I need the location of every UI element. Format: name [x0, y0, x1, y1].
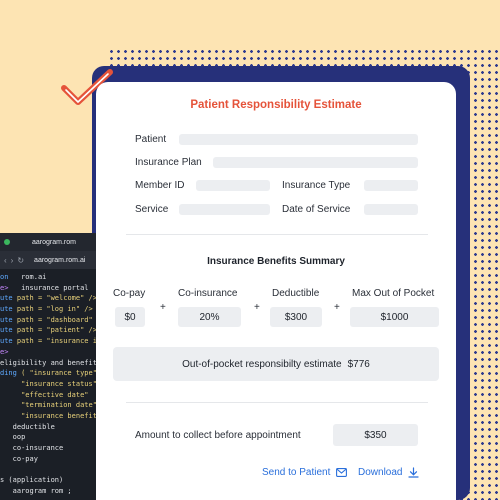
code-text: "insurance status": [0, 379, 97, 388]
code-line: ute path = "log in" />: [0, 304, 97, 315]
code-text: path = "welcome" />: [12, 294, 97, 303]
insurance-type-field[interactable]: [364, 180, 418, 191]
code-keyword: ute: [0, 305, 13, 314]
code-text: path = "dashboard" />: [12, 315, 97, 324]
code-line: "termination date": [0, 400, 97, 411]
estimate-label: Out-of-pocket responsibilty estimate: [182, 358, 342, 370]
collect-label: Amount to collect before appointment: [135, 430, 301, 441]
code-line: aarogram rom ;: [0, 486, 97, 497]
editor-titlebar: aarogram.rom: [0, 233, 97, 251]
code-text: "termination date": [0, 401, 97, 410]
code-line: eligibility and benefit: [0, 358, 97, 369]
plus-sign: +: [334, 302, 340, 313]
max-oop-value: $1000: [350, 307, 439, 327]
code-keyword: ding: [0, 369, 17, 378]
code-text: ( "insurance type": [16, 369, 97, 378]
insurance-plan-label: Insurance Plan: [135, 157, 202, 168]
divider: [126, 402, 428, 403]
member-id-label: Member ID: [135, 180, 185, 191]
code-line: ute path = "welcome" />: [0, 293, 97, 304]
code-line: deductible: [0, 422, 97, 433]
code-line: e>: [0, 347, 97, 358]
code-line: ute path = "patient" />: [0, 325, 97, 336]
mail-icon: [336, 468, 348, 477]
download-button[interactable]: Download: [358, 467, 420, 478]
copay-value: $0: [115, 307, 145, 327]
plus-sign: +: [160, 302, 166, 313]
coinsurance-value: 20%: [178, 307, 241, 327]
editor-url[interactable]: aarogram.rom.ai: [34, 257, 85, 264]
code-line: "insurance status": [0, 379, 97, 390]
code-keyword: e>: [0, 347, 9, 356]
code-line: ding ( "insurance type": [0, 368, 97, 379]
card-title: Patient Responsibility Estimate: [190, 99, 362, 111]
code-keyword: ute: [0, 294, 13, 303]
copay-label: Co-pay: [113, 288, 146, 299]
max-oop-label: Max Out of Pocket: [352, 288, 435, 299]
code-text: co-pay: [0, 454, 38, 463]
back-arrow-icon[interactable]: ‹: [4, 256, 7, 265]
code-text: oop: [0, 433, 26, 442]
code-line: e> insurance portal: [0, 283, 97, 294]
code-text: path = "log in" />: [12, 305, 93, 314]
insurance-plan-field[interactable]: [213, 157, 418, 168]
code-line: on rom.ai: [0, 272, 97, 283]
coinsurance-label: Co-insurance: [178, 288, 238, 299]
code-text: "insurance benefit" ): [21, 411, 97, 420]
patient-label: Patient: [135, 134, 167, 145]
code-text: s (application): [0, 476, 64, 485]
service-field[interactable]: [179, 204, 270, 215]
code-keyword: ute: [0, 315, 13, 324]
code-text: "effective date": [0, 390, 89, 399]
plus-sign: +: [254, 302, 260, 313]
code-line: s (application): [0, 475, 97, 486]
code-keyword: ute: [0, 337, 13, 346]
code-editor-window: aarogram.rom ‹ › ↻ aarogram.rom.ai on ro…: [0, 233, 97, 500]
date-of-service-field[interactable]: [364, 204, 418, 215]
code-lines: on rom.ai e> insurance portal ute path = "…: [0, 269, 97, 496]
code-keyword: ute: [0, 326, 13, 335]
service-label: Service: [135, 204, 169, 215]
code-line: "effective date": [0, 390, 97, 401]
code-text: co-insurance: [0, 444, 64, 452]
forward-arrow-icon[interactable]: ›: [11, 256, 14, 265]
send-to-patient-button[interactable]: Send to Patient: [262, 467, 348, 478]
code-line: ute path = "insurance id" />: [0, 336, 97, 347]
deductible-label: Deductible: [272, 288, 320, 299]
member-id-field[interactable]: [196, 180, 270, 191]
code-text: eligibility and benefit: [0, 358, 97, 367]
estimate-card: Patient Responsibility Estimate Patient …: [96, 82, 456, 500]
deductible-value: $300: [270, 307, 322, 327]
code-line: "insurance benefit" ): [0, 411, 97, 422]
reload-icon[interactable]: ↻: [17, 256, 24, 265]
code-text: aarogram rom ;: [0, 486, 72, 495]
divider: [126, 234, 428, 235]
benefits-title: Insurance Benefits Summary: [207, 256, 345, 267]
collect-value: $350: [333, 424, 418, 446]
insurance-type-label: Insurance Type: [282, 180, 351, 191]
send-label: Send to Patient: [262, 467, 331, 478]
code-line: co-pay: [0, 454, 97, 465]
code-line: ute path = "dashboard" />: [0, 315, 97, 326]
code-line: co-insurance: [0, 443, 97, 454]
editor-address-bar: ‹ › ↻ aarogram.rom.ai: [0, 251, 97, 269]
code-text: deductible: [0, 422, 55, 431]
window-dot-icon[interactable]: [4, 239, 10, 245]
date-of-service-label: Date of Service: [282, 204, 351, 215]
estimate-value: $776: [347, 358, 370, 370]
code-line: oop: [0, 432, 97, 443]
code-text: path = "patient" />: [12, 326, 97, 335]
code-text: rom.ai: [8, 273, 47, 281]
code-text: path = "insurance id" />: [16, 337, 97, 346]
code-text: insurance portal: [8, 283, 89, 292]
download-label: Download: [358, 467, 403, 478]
patient-field[interactable]: [179, 134, 418, 145]
estimate-box: Out-of-pocket responsibilty estimate $77…: [113, 347, 439, 381]
editor-tab-title[interactable]: aarogram.rom: [32, 239, 76, 246]
download-icon: [408, 467, 420, 478]
